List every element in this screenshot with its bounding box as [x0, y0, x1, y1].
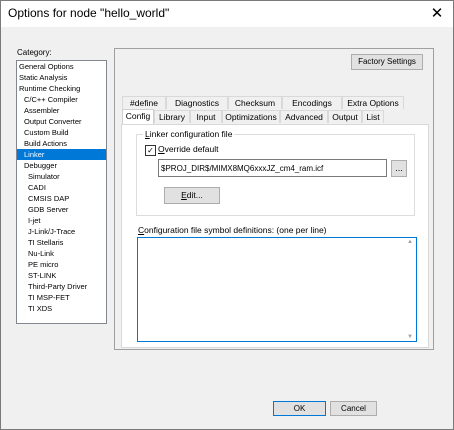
category-item[interactable]: Nu-Link	[17, 248, 106, 259]
config-file-path-input[interactable]: $PROJ_DIR$/MIMX8MQ6xxxJZ_cm4_ram.icf	[158, 159, 387, 177]
title-bar: Options for node "hello_world" ✕	[1, 1, 453, 27]
category-item[interactable]: GDB Server	[17, 204, 106, 215]
tab-advanced[interactable]: Advanced	[280, 110, 328, 123]
override-default-label[interactable]: Override default	[158, 144, 219, 154]
tab-optimizations[interactable]: Optimizations	[222, 110, 280, 123]
category-item[interactable]: General Options	[17, 61, 106, 72]
group-title: Linker configuration file	[143, 129, 235, 139]
category-item[interactable]: Third-Party Driver	[17, 281, 106, 292]
category-item[interactable]: Assembler	[17, 105, 106, 116]
tab-define[interactable]: #define	[122, 96, 166, 109]
tab-diagnostics[interactable]: Diagnostics	[166, 96, 228, 109]
category-item[interactable]: CADI	[17, 182, 106, 193]
category-item[interactable]: Output Converter	[17, 116, 106, 127]
scroll-down-icon[interactable]: ▼	[407, 334, 413, 340]
dialog-title: Options for node "hello_world"	[8, 6, 170, 20]
tab-encodings[interactable]: Encodings	[282, 96, 342, 109]
category-item[interactable]: Debugger	[17, 160, 106, 171]
category-list[interactable]: General Options Static Analysis Runtime Ch…	[16, 60, 107, 324]
category-item[interactable]: TI MSP-FET	[17, 292, 106, 303]
tab-config[interactable]: Config	[122, 109, 154, 124]
scrollbar[interactable]: ▲ ▼	[406, 238, 416, 341]
cancel-button[interactable]: Cancel	[330, 401, 377, 416]
tab-extra-options[interactable]: Extra Options	[342, 96, 404, 109]
category-item[interactable]: I-jet	[17, 215, 106, 226]
tab-output[interactable]: Output	[328, 110, 362, 123]
options-panel: Factory Settings #define Diagnostics Check…	[114, 48, 434, 350]
symbol-definitions-textarea[interactable]: ▲ ▼	[137, 237, 417, 342]
category-item[interactable]: PE micro	[17, 259, 106, 270]
category-item[interactable]: Simulator	[17, 171, 106, 182]
factory-settings-button[interactable]: Factory Settings	[351, 54, 423, 70]
category-item[interactable]: C/C++ Compiler	[17, 94, 106, 105]
override-default-checkbox[interactable]: ✓	[145, 145, 156, 156]
options-dialog: Options for node "hello_world" ✕ Categor…	[0, 0, 454, 430]
tab-checksum[interactable]: Checksum	[228, 96, 282, 109]
category-item[interactable]: Linker	[17, 149, 106, 160]
category-item[interactable]: Static Analysis	[17, 72, 106, 83]
category-item[interactable]: Custom Build	[17, 127, 106, 138]
ok-button[interactable]: OK	[273, 401, 326, 416]
tab-list[interactable]: List	[362, 110, 384, 123]
linker-config-group: Linker configuration file ✓ Override def…	[136, 129, 415, 216]
category-item[interactable]: TI XDS	[17, 303, 106, 314]
category-item[interactable]: Build Actions	[17, 138, 106, 149]
category-item[interactable]: J-Link/J-Trace	[17, 226, 106, 237]
category-label: Category:	[17, 48, 52, 57]
category-item[interactable]: TI Stellaris	[17, 237, 106, 248]
category-item[interactable]: ST-LINK	[17, 270, 106, 281]
symbol-definitions-label: Configuration file symbol definitions: (…	[138, 225, 327, 235]
tab-library[interactable]: Library	[154, 110, 190, 123]
category-item[interactable]: CMSIS DAP	[17, 193, 106, 204]
close-icon[interactable]: ✕	[429, 4, 445, 22]
edit-button[interactable]: Edit...	[164, 187, 220, 204]
tab-input[interactable]: Input	[190, 110, 222, 123]
category-item[interactable]: Runtime Checking	[17, 83, 106, 94]
config-tab-body: Linker configuration file ✓ Override def…	[121, 124, 429, 348]
browse-button[interactable]: ...	[391, 160, 407, 177]
scroll-up-icon[interactable]: ▲	[407, 239, 413, 245]
